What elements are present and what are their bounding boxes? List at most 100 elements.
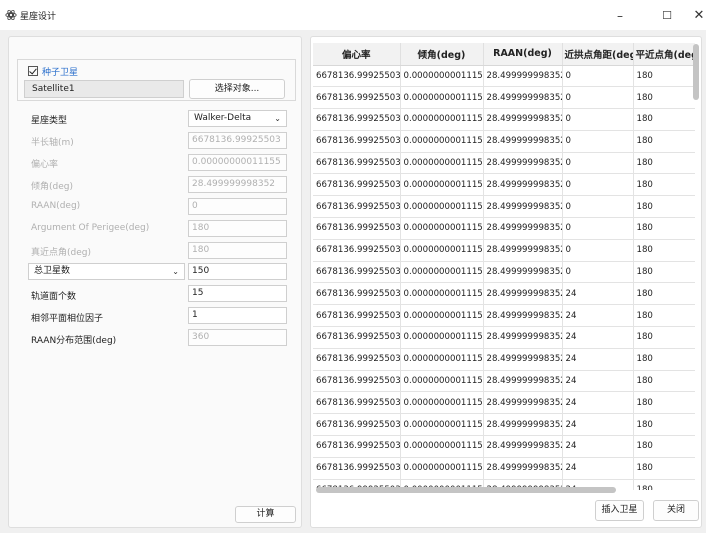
table-cell: 0.00000000011155 [400, 239, 484, 262]
checkbox-checked-icon[interactable] [28, 66, 38, 76]
seed-satellite-checkbox[interactable]: 种子卫星 [28, 65, 78, 78]
table-cell: 24 [562, 457, 634, 480]
table-row[interactable]: 6678136.999255030.0000000001115528.49999… [313, 348, 695, 371]
table-cell: 6678136.99925503 [313, 304, 401, 328]
table-row[interactable]: 6678136.999255030.0000000001115528.49999… [313, 370, 695, 393]
seed-satellite-label: 种子卫星 [42, 68, 79, 78]
table-cell: 28.499999998352 [483, 282, 563, 306]
column-header-inclination[interactable]: 倾角(deg) [400, 43, 484, 66]
raan-field: 0 [188, 198, 287, 215]
table-row[interactable]: 6678136.999255030.0000000001115528.49999… [313, 195, 695, 219]
table-cell: 6678136.99925503 [313, 173, 401, 197]
table-row[interactable]: 6678136.999255030.0000000001115528.49999… [313, 217, 695, 240]
calculate-button[interactable]: 计算 [235, 506, 296, 523]
table-row[interactable]: 6678136.999255030.0000000001115528.49999… [313, 239, 695, 262]
table-row[interactable]: 6678136.999255030.0000000001115528.49999… [313, 86, 695, 110]
table-cell: 28.499999998352 [483, 457, 563, 480]
table-cell: 0.00000000011155 [400, 152, 484, 175]
table-row[interactable]: 6678136.999255030.0000000001115528.49999… [313, 152, 695, 175]
title-bar: 星座设计 – ☐ ✕ [0, 0, 706, 30]
constellation-type-select[interactable]: Walker-Delta ⌄ [188, 110, 287, 127]
total-satellites-field[interactable]: 150 [188, 263, 287, 280]
orbital-planes-label: 轨道面个数 [31, 292, 77, 302]
table-cell: 180 [633, 173, 695, 197]
table-cell: 24 [562, 435, 634, 458]
table-cell: 180 [633, 239, 695, 262]
window-title: 星座设计 [20, 12, 57, 22]
table-row[interactable]: 6678136.999255030.0000000001115528.49999… [313, 326, 695, 349]
table-cell: 24 [562, 326, 634, 349]
table-row[interactable]: 6678136.999255030.0000000001115528.49999… [313, 457, 695, 480]
table-cell: 28.499999998352 [483, 239, 563, 262]
table-cell: 6678136.99925503 [313, 217, 401, 240]
table-row[interactable]: 6678136.999255030.0000000001115528.49999… [313, 130, 695, 153]
table-cell: 0.00000000011155 [400, 173, 484, 197]
table-cell: 6678136.99925503 [313, 391, 401, 415]
orbital-planes-field[interactable]: 15 [188, 285, 287, 302]
column-header-raan[interactable]: RAAN(deg) [483, 43, 563, 66]
column-header-eccentricity[interactable]: 偏心率 [313, 43, 401, 66]
table-cell: 6678136.99925503 [313, 261, 401, 284]
table-cell: 0.00000000011155 [400, 195, 484, 219]
table-cell: 180 [633, 304, 695, 328]
table-cell: 6678136.99925503 [313, 108, 401, 131]
true-anomaly-label: 真近点角(deg) [31, 248, 91, 258]
table-row[interactable]: 6678136.999255030.0000000001115528.49999… [313, 261, 695, 284]
table-cell: 28.499999998352 [483, 65, 563, 88]
table-cell: 0.00000000011155 [400, 217, 484, 240]
table-cell: 28.499999998352 [483, 86, 563, 110]
inclination-field: 28.499999998352 [188, 176, 287, 193]
total-satellites-option: 总卫星数 [34, 266, 71, 276]
table-cell: 180 [633, 391, 695, 415]
table-cell: 0.00000000011155 [400, 261, 484, 284]
vertical-scrollbar[interactable] [693, 44, 699, 100]
argument-of-perigee-label: Argument Of Perigee(deg) [31, 223, 150, 233]
table-row[interactable]: 6678136.999255030.0000000001115528.49999… [313, 108, 695, 131]
column-header-perigee[interactable]: 近拱点角距(deg) [562, 43, 634, 66]
table-row[interactable]: 6678136.999255030.0000000001115528.49999… [313, 435, 695, 458]
table-cell: 0 [562, 65, 634, 88]
table-cell: 0.00000000011155 [400, 370, 484, 393]
results-table-viewport[interactable]: 偏心率 倾角(deg) RAAN(deg) 近拱点角距(deg) 平近点角(de… [313, 43, 695, 490]
table-cell: 24 [562, 391, 634, 415]
table-cell: 28.499999998352 [483, 435, 563, 458]
total-satellites-select[interactable]: 总卫星数 ⌄ [28, 263, 185, 280]
argument-of-perigee-field: 180 [188, 220, 287, 237]
table-row[interactable]: 6678136.999255030.0000000001115528.49999… [313, 391, 695, 415]
table-row[interactable]: 6678136.999255030.0000000001115528.49999… [313, 282, 695, 306]
results-table: 偏心率 倾角(deg) RAAN(deg) 近拱点角距(deg) 平近点角(de… [313, 43, 695, 490]
insert-satellites-button[interactable]: 插入卫星 [595, 500, 644, 521]
table-cell: 28.499999998352 [483, 326, 563, 349]
table-row[interactable]: 6678136.999255030.0000000001115528.49999… [313, 413, 695, 437]
minimize-button[interactable]: – [605, 5, 635, 27]
horizontal-scrollbar[interactable] [316, 487, 616, 493]
table-cell: 6678136.99925503 [313, 152, 401, 175]
close-button[interactable]: 关闭 [653, 500, 699, 521]
table-cell: 28.499999998352 [483, 413, 563, 437]
table-cell: 24 [562, 304, 634, 328]
table-cell: 180 [633, 195, 695, 219]
table-cell: 28.499999998352 [483, 217, 563, 240]
column-header-mean-anomaly[interactable]: 平近点角(deg) [633, 43, 695, 66]
table-cell: 180 [633, 457, 695, 480]
table-cell: 0.00000000011155 [400, 435, 484, 458]
table-cell: 180 [633, 152, 695, 175]
maximize-button[interactable]: ☐ [652, 5, 682, 27]
table-cell: 6678136.99925503 [313, 130, 401, 153]
table-cell: 24 [562, 282, 634, 306]
table-cell: 0 [562, 195, 634, 219]
close-window-button[interactable]: ✕ [684, 5, 706, 27]
phasing-factor-label: 相邻平面相位因子 [31, 314, 104, 324]
table-cell: 6678136.99925503 [313, 282, 401, 306]
table-row[interactable]: 6678136.999255030.0000000001115528.49999… [313, 304, 695, 328]
phasing-factor-field[interactable]: 1 [188, 307, 287, 324]
table-cell: 6678136.99925503 [313, 86, 401, 110]
table-header-row: 偏心率 倾角(deg) RAAN(deg) 近拱点角距(deg) 平近点角(de… [313, 43, 695, 66]
table-row[interactable]: 6678136.999255030.0000000001115528.49999… [313, 65, 695, 88]
table-cell: 0.00000000011155 [400, 282, 484, 306]
select-object-button[interactable]: 选择对象... [189, 79, 285, 99]
table-cell: 0.00000000011155 [400, 413, 484, 437]
table-row[interactable]: 6678136.999255030.0000000001115528.49999… [313, 173, 695, 197]
constellation-icon [5, 9, 17, 21]
inclination-label: 倾角(deg) [31, 182, 73, 192]
